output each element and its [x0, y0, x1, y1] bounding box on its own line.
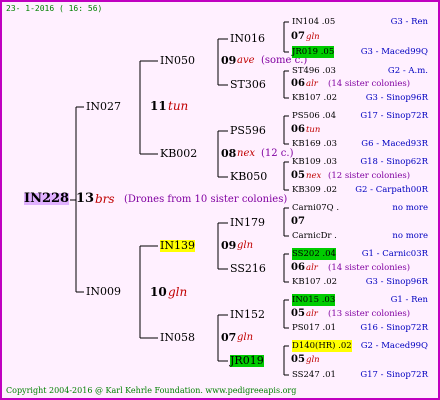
gen4-id-6: KB109 .03	[292, 157, 338, 167]
gen4-id-9: CarnicDr .	[292, 231, 337, 241]
gen3-number-6: 05	[291, 308, 305, 319]
gen2-mark-1: nex	[237, 148, 255, 159]
gen4-id-15: SS247 .01	[292, 370, 336, 380]
gen3-id-7: JR019	[230, 354, 264, 367]
gen4-line-15: G17 - Sinop72R	[360, 370, 428, 380]
root-mark: brs	[95, 192, 115, 206]
gen4-id-2: ST496 .03	[292, 66, 336, 76]
gen2-number-0: 09	[221, 54, 237, 67]
gen3-mark-6: alr	[306, 309, 318, 319]
gen2-mark-0: ave	[237, 55, 255, 66]
gen4-line-12: G1 - Ren	[390, 295, 428, 305]
gen3-mark-2: tun	[306, 125, 321, 135]
gen4-id-4: PS506 .04	[292, 111, 336, 121]
gen4-id-11: KB107 .02	[292, 277, 338, 287]
gen4-line-3: G3 - Sinop96R	[365, 93, 428, 103]
gen3-number-7: 05	[291, 354, 305, 365]
gen2-id-0: IN050	[160, 54, 195, 67]
gen3-id-2: PS596	[230, 124, 266, 137]
gen3-number-4: 07	[291, 216, 305, 227]
gen4-line-14: G2 - Maced99Q	[360, 341, 428, 351]
date-stamp: 23- 1-2016 ( 16: 56)	[6, 4, 103, 13]
gen2-id-2: IN139	[160, 239, 195, 252]
gen3-id-4: IN179	[230, 216, 265, 229]
root-note: (Drones from 10 sister colonies)	[124, 194, 288, 205]
gen4-line-13: G16 - Sinop72R	[360, 323, 428, 333]
gen4-line-4: G17 - Sinop72R	[360, 111, 428, 121]
gen2-mark-2: gln	[237, 240, 254, 251]
gen3-id-5: SS216	[230, 262, 266, 275]
gen4-id-8: Carni07Q .	[292, 203, 340, 213]
gen4-id-0: IN104 .05	[292, 17, 336, 27]
gen1-mark-1: gln	[168, 285, 188, 299]
gen3-number-5: 06	[291, 262, 305, 273]
gen4-line-9: no more	[392, 231, 428, 241]
gen1-mark-0: tun	[168, 99, 189, 113]
gen4-line-1: G3 - Maced99Q	[360, 47, 428, 57]
gen4-line-8: no more	[392, 203, 428, 213]
gen1-id-0: IN027	[86, 100, 121, 113]
gen1-number-0: 11	[150, 99, 167, 113]
gen4-id-14: D140(HR) .02	[292, 340, 352, 352]
gen4-line-5: G6 - Maced93R	[361, 139, 428, 149]
gen4-id-13: PS017 .01	[292, 323, 336, 333]
gen3-note-6: (13 sister colonies)	[328, 309, 411, 319]
gen4-line-0: G3 - Ren	[390, 17, 428, 27]
gen3-id-0: IN016	[230, 32, 265, 45]
gen2-id-1: KB002	[160, 147, 198, 160]
gen4-id-1: JR019 .05	[292, 46, 335, 58]
gen3-id-1: ST306	[230, 78, 266, 91]
gen3-id-6: IN152	[230, 308, 265, 321]
gen3-number-0: 07	[291, 31, 305, 42]
gen2-mark-3: gln	[237, 332, 254, 343]
gen2-note-1: (12 c.)	[261, 148, 294, 159]
gen3-mark-1: alr	[306, 79, 318, 89]
gen3-mark-7: gln	[306, 355, 320, 365]
gen3-mark-5: alr	[306, 263, 318, 273]
gen3-number-2: 06	[291, 124, 305, 135]
gen2-id-3: IN058	[160, 331, 195, 344]
gen4-line-11: G3 - Sinop96R	[365, 277, 428, 287]
root-number: 13	[76, 191, 95, 206]
gen3-number-3: 05	[291, 170, 305, 181]
gen4-id-5: KB169 .03	[292, 139, 338, 149]
gen4-line-10: G1 - Carnic03R	[361, 249, 428, 259]
gen3-number-1: 06	[291, 78, 305, 89]
gen1-number-1: 10	[150, 285, 167, 299]
root-id: IN228	[24, 191, 70, 206]
gen4-id-7: KB309 .02	[292, 185, 338, 195]
copyright-footer: Copyright 2004-2016 @ Karl Kehrle Founda…	[6, 386, 297, 395]
gen3-note-1: (14 sister colonies)	[328, 79, 411, 89]
gen2-number-2: 09	[221, 239, 237, 252]
gen4-id-10: SS202 .04	[292, 248, 336, 260]
gen3-id-3: KB050	[230, 170, 268, 183]
gen3-mark-3: nex	[306, 171, 322, 181]
gen2-number-1: 08	[221, 147, 237, 160]
gen4-line-7: G2 - Carpath00R	[355, 185, 428, 195]
gen3-mark-0: gln	[306, 32, 320, 42]
gen4-id-12: IN015 .03	[292, 294, 336, 306]
gen2-number-3: 07	[221, 331, 237, 344]
gen3-note-3: (12 sister colonies)	[328, 171, 411, 181]
gen3-note-5: (14 sister colonies)	[328, 263, 411, 273]
gen4-id-3: KB107 .02	[292, 93, 338, 103]
gen4-line-2: G2 - A.m.	[387, 66, 428, 76]
gen1-id-1: IN009	[86, 285, 121, 298]
gen4-line-6: G18 - Sinop62R	[360, 157, 428, 167]
